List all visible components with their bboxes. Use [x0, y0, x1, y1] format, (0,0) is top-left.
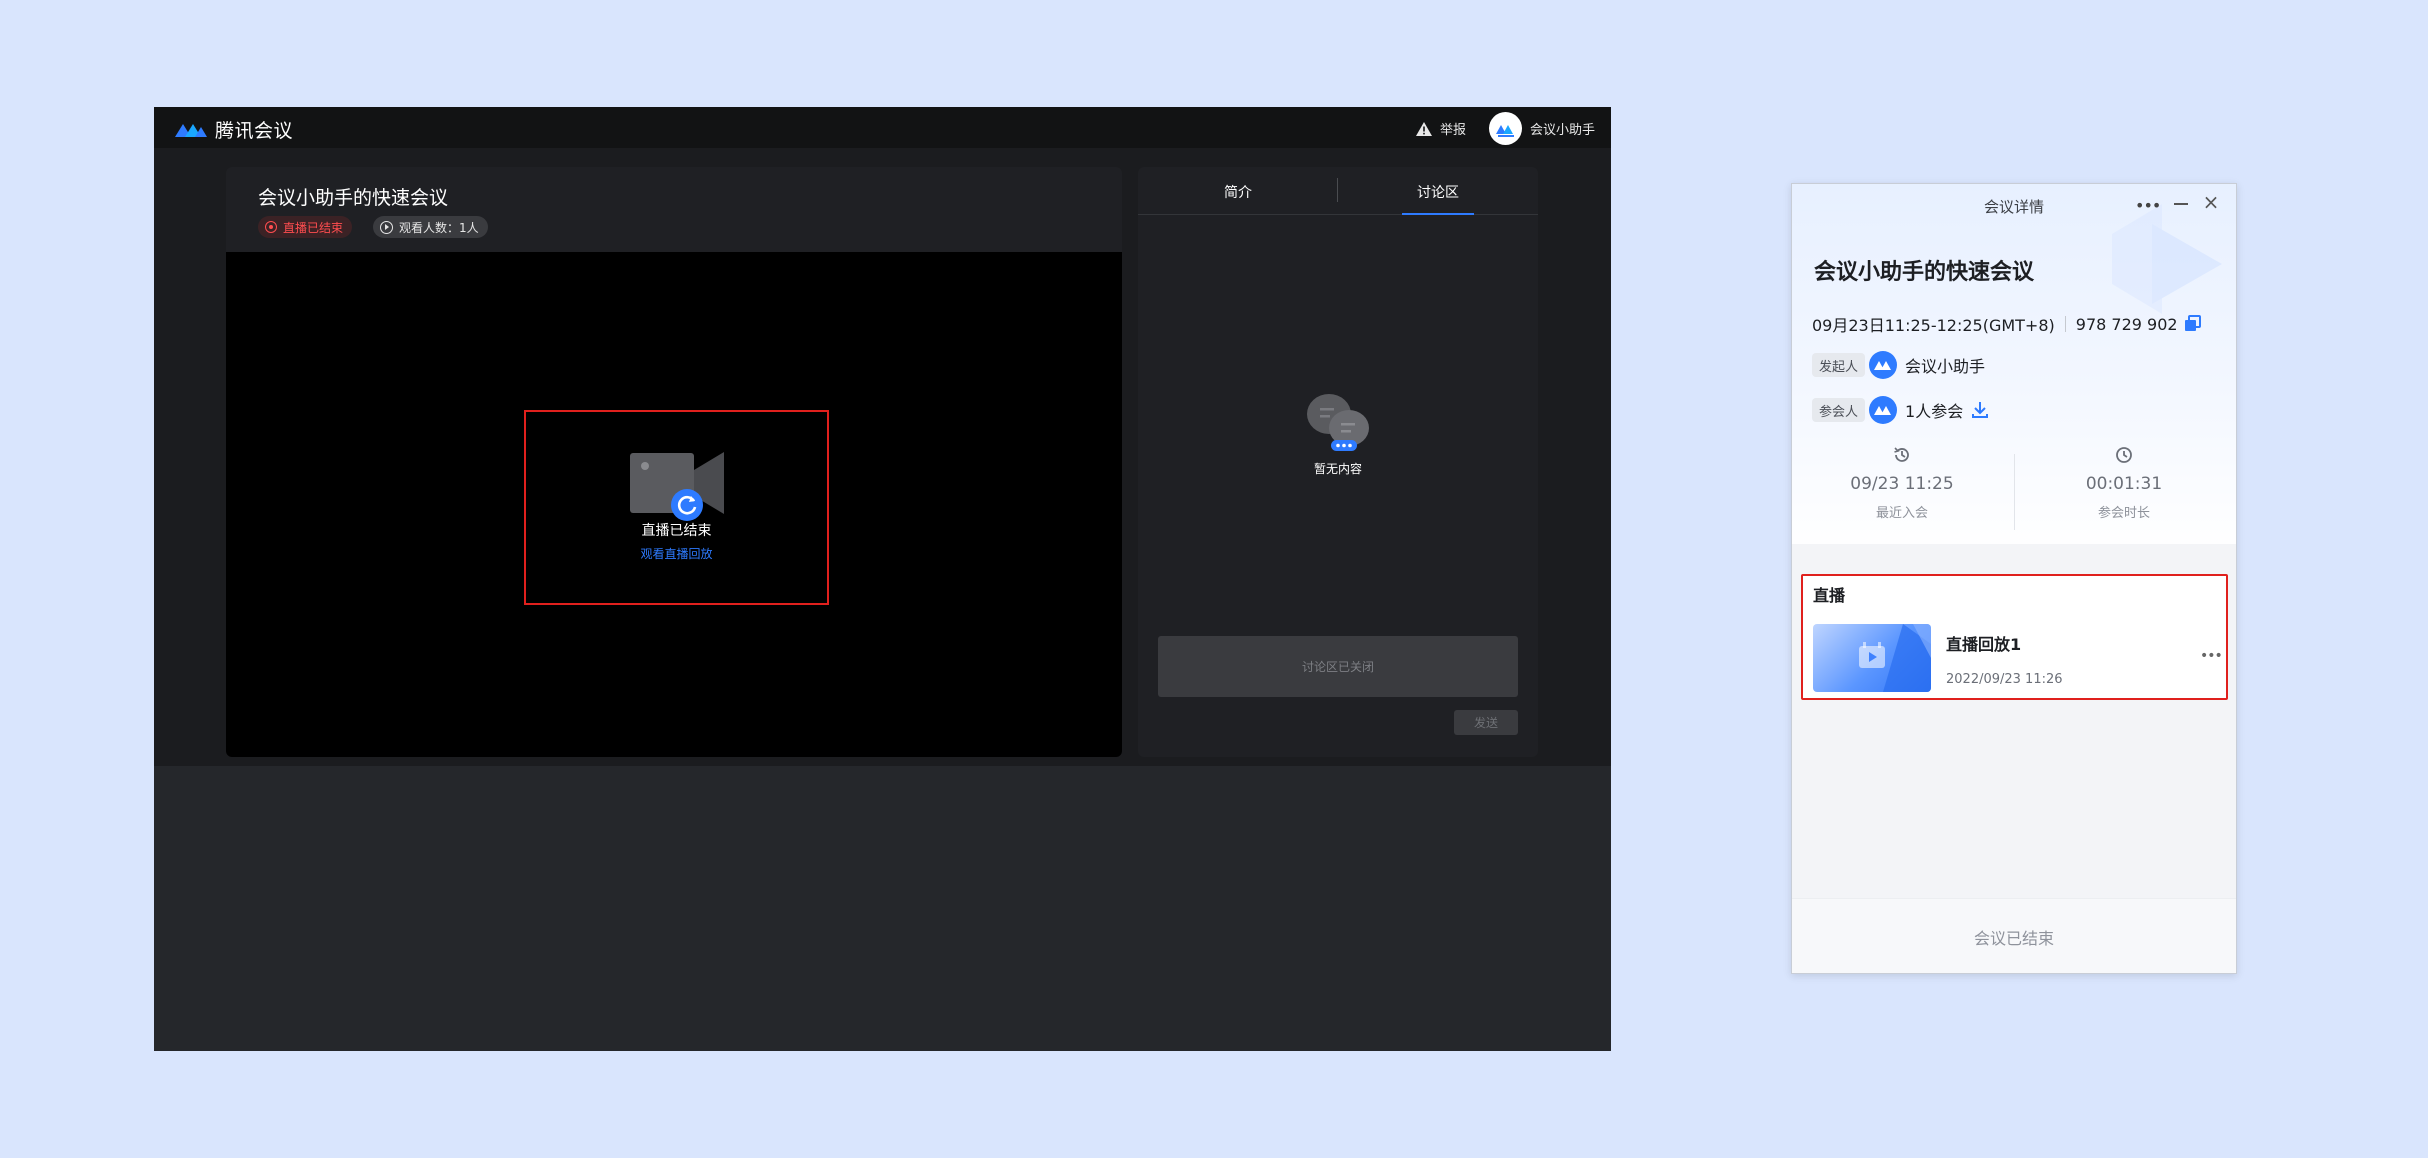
avatar: [1489, 112, 1522, 145]
brand-name: 腾讯会议: [215, 120, 294, 142]
duration-label: 参会时长: [2097, 506, 2150, 521]
live-page-window: 腾讯会议 举报 会议小助手 会议小助手的快速会议 直播已结束 观看人数：1人 直…: [154, 107, 1611, 1051]
empty-state: 暂无内容: [1138, 388, 1538, 477]
live-dot-icon: [265, 221, 277, 233]
brand-logo-icon: [175, 123, 207, 137]
last-join-value: 09/23 11:25: [1850, 474, 1954, 494]
organizer-tag: 发起人: [1812, 353, 1866, 377]
user-name: 会议小助手: [1530, 123, 1596, 138]
duration-value: 00:01:31: [2085, 474, 2163, 494]
organizer-row: 发起人 会议小助手: [1812, 351, 1985, 379]
replay-refresh-icon: [670, 489, 703, 521]
tab-intro[interactable]: 简介: [1138, 182, 1338, 202]
participants-tag: 参会人: [1812, 398, 1866, 422]
meeting-details-window: 会议详情 ••• × 会议小助手的快速会议 09月23日11:25-12:25(…: [1791, 183, 2237, 974]
meeting-time-row: 09月23日11:25-12:25(GMT+8) 978 729 902: [1812, 312, 2202, 336]
live-section-heading: 直播: [1813, 586, 1846, 605]
meeting-id: 978 729 902: [2075, 314, 2178, 334]
top-bar: 腾讯会议 举报 会议小助手: [154, 107, 1611, 148]
separator: [2064, 316, 2066, 332]
video-camera-icon: [629, 448, 724, 521]
discussion-panel: 简介 讨论区 暂无内容 讨论区已关闭 发送: [1138, 167, 1538, 757]
viewers-label: 观看人数：1人: [399, 220, 479, 235]
last-join-stat: 09/23 11:25 最近入会: [1802, 446, 2002, 521]
user-menu[interactable]: 会议小助手: [1489, 112, 1595, 145]
last-join-label: 最近入会: [1875, 506, 1928, 521]
play-circle-icon: [380, 220, 393, 234]
download-icon[interactable]: [1971, 401, 1989, 419]
window-title: 会议详情: [1983, 198, 2044, 216]
watch-replay-link[interactable]: 观看直播回放: [640, 545, 712, 562]
send-button[interactable]: 发送: [1454, 710, 1518, 735]
assistant-logo-icon: [1874, 406, 1892, 415]
meeting-status-footer: 会议已结束: [1792, 898, 2236, 973]
copy-icon[interactable]: [2184, 315, 2202, 333]
assistant-logo-icon: [1874, 361, 1892, 370]
more-options-icon[interactable]: •••: [2135, 196, 2161, 215]
replay-name[interactable]: 直播回放1: [1946, 631, 2021, 655]
warning-icon: [1416, 121, 1432, 136]
close-icon[interactable]: ×: [2201, 192, 2221, 212]
chat-bubbles-icon: [1307, 394, 1369, 451]
section-divider: [1792, 544, 2236, 552]
report-link[interactable]: 举报: [1416, 119, 1466, 138]
replay-more-options-icon[interactable]: •••: [2200, 648, 2223, 664]
history-icon: [1894, 447, 1909, 462]
panel-tabs: 简介 讨论区: [1138, 167, 1538, 215]
participants-count: 1人参会: [1905, 402, 1964, 421]
stat-divider: [2014, 454, 2015, 530]
live-ended-text: 直播已结束: [641, 523, 712, 539]
live-replay-section: 直播 直播回放1 2022/09/23 11:26 •••: [1801, 574, 2228, 700]
avatar: [1869, 396, 1898, 424]
video-area: 直播已结束 观看直播回放: [226, 252, 1122, 757]
duration-stat: 00:01:31 参会时长: [2024, 446, 2224, 521]
viewers-badge: 观看人数：1人: [373, 216, 488, 238]
replay-date: 2022/09/23 11:26: [1946, 672, 2063, 687]
player-card: 会议小助手的快速会议 直播已结束 观看人数：1人 直播已结束 观看直播回放: [226, 167, 1122, 757]
status-label: 直播已结束: [283, 220, 344, 235]
minimize-icon[interactable]: [2174, 203, 2188, 205]
empty-text: 暂无内容: [1313, 462, 1362, 476]
tencent-meeting-logo[interactable]: 腾讯会议: [173, 116, 293, 143]
active-tab-indicator: [1402, 213, 1474, 215]
meeting-title: 会议小助手的快速会议: [258, 187, 449, 209]
tab-discussion[interactable]: 讨论区: [1338, 182, 1538, 202]
replay-thumbnail[interactable]: [1813, 624, 1931, 692]
status-badge: 直播已结束: [258, 216, 353, 238]
report-label: 举报: [1440, 123, 1467, 138]
organizer-name: 会议小助手: [1905, 357, 1986, 376]
clock-icon: [2116, 447, 2132, 463]
time-range: 09月23日11:25-12:25(GMT+8): [1812, 316, 2055, 335]
live-ended-panel: 直播已结束 观看直播回放: [524, 410, 829, 605]
meeting-title: 会议小助手的快速会议: [1814, 260, 2035, 285]
avatar: [1869, 351, 1898, 379]
video-thumbnail-icon: [1859, 624, 1931, 692]
meeting-stats: 09/23 11:25 最近入会 00:01:31 参会时长: [1792, 446, 2236, 530]
participants-row: 参会人 1人参会: [1812, 396, 1989, 424]
assistant-avatar-icon: [1495, 124, 1514, 137]
chat-input-disabled[interactable]: 讨论区已关闭: [1158, 636, 1518, 697]
